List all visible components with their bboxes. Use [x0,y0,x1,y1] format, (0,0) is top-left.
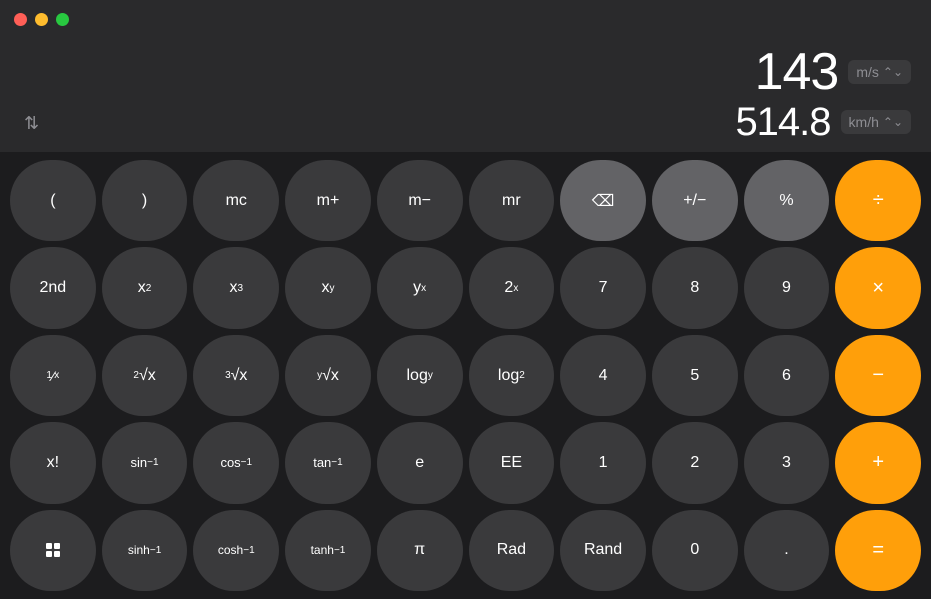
factorial-button[interactable]: x! [10,422,96,503]
sqrt-button[interactable]: 2√x [102,335,188,416]
button-row-4: x! sin−1 cos−1 tan−1 e EE 1 2 3 + [10,422,921,503]
minus-button[interactable]: − [835,335,921,416]
button-row-1: ( ) mc m+ m− mr ⌫ +/− % ÷ [10,160,921,241]
sort-icon[interactable]: ⇅ [20,109,55,136]
four-button[interactable]: 4 [560,335,646,416]
m-plus-button[interactable]: m+ [285,160,371,241]
display-value-2: 514.8 [735,102,830,142]
unit-selector-2[interactable]: km/h ⌃⌄ [841,110,911,134]
button-row-5: sinh−1 cosh−1 tanh−1 π Rad Rand 0 . = [10,510,921,591]
unit-selector-1[interactable]: m/s ⌃⌄ [848,60,911,84]
three-button[interactable]: 3 [744,422,830,503]
2nd-button[interactable]: 2nd [10,247,96,328]
arcsin-button[interactable]: sin−1 [102,422,188,503]
x-cubed-button[interactable]: x3 [193,247,279,328]
zero-button[interactable]: 0 [652,510,738,591]
titlebar [0,0,931,38]
divide-button[interactable]: ÷ [835,160,921,241]
unit-arrows-1: ⌃⌄ [883,65,903,79]
x-to-y-button[interactable]: xy [285,247,371,328]
arctan-button[interactable]: tan−1 [285,422,371,503]
arcsinh-button[interactable]: sinh−1 [102,510,188,591]
plus-minus-button[interactable]: +/− [652,160,738,241]
display-row-2: 514.8 km/h ⌃⌄ [735,102,911,142]
close-paren-button[interactable]: ) [102,160,188,241]
close-button[interactable] [14,13,27,26]
2-to-x-button[interactable]: 2x [469,247,555,328]
seven-button[interactable]: 7 [560,247,646,328]
cbrt-button[interactable]: 3√x [193,335,279,416]
unit-label-2: km/h [849,114,879,130]
eight-button[interactable]: 8 [652,247,738,328]
equals-button[interactable]: = [835,510,921,591]
arccos-button[interactable]: cos−1 [193,422,279,503]
ee-button[interactable]: EE [469,422,555,503]
m-minus-button[interactable]: m− [377,160,463,241]
one-button[interactable]: 1 [560,422,646,503]
one-over-x-button[interactable]: 1⁄x [10,335,96,416]
grid-button[interactable] [10,510,96,591]
plus-button[interactable]: + [835,422,921,503]
arctanh-button[interactable]: tanh−1 [285,510,371,591]
y-to-x-button[interactable]: yx [377,247,463,328]
multiply-button[interactable]: × [835,247,921,328]
arccosh-button[interactable]: cosh−1 [193,510,279,591]
button-row-3: 1⁄x 2√x 3√x y√x logy log2 4 5 6 − [10,335,921,416]
display-area: 143 m/s ⌃⌄ ⇅ 514.8 km/h ⌃⌄ [0,38,931,152]
display-row-1: 143 m/s ⌃⌄ [20,46,911,98]
two-button[interactable]: 2 [652,422,738,503]
maximize-button[interactable] [56,13,69,26]
y-root-x-button[interactable]: y√x [285,335,371,416]
backspace-button[interactable]: ⌫ [560,160,646,241]
percent-button[interactable]: % [744,160,830,241]
log-2-button[interactable]: log2 [469,335,555,416]
pi-button[interactable]: π [377,510,463,591]
rad-button[interactable]: Rad [469,510,555,591]
nine-button[interactable]: 9 [744,247,830,328]
unit-label-1: m/s [856,64,879,80]
euler-button[interactable]: e [377,422,463,503]
mr-button[interactable]: mr [469,160,555,241]
log-y-button[interactable]: logy [377,335,463,416]
six-button[interactable]: 6 [744,335,830,416]
x-squared-button[interactable]: x2 [102,247,188,328]
button-row-2: 2nd x2 x3 xy yx 2x 7 8 9 × [10,247,921,328]
decimal-button[interactable]: . [744,510,830,591]
open-paren-button[interactable]: ( [10,160,96,241]
rand-button[interactable]: Rand [560,510,646,591]
traffic-lights [14,13,69,26]
five-button[interactable]: 5 [652,335,738,416]
unit-arrows-2: ⌃⌄ [883,115,903,129]
buttons-area: ( ) mc m+ m− mr ⌫ +/− % ÷ 2nd x2 x3 xy y… [0,152,931,599]
display-value-1: 143 [755,46,839,98]
mc-button[interactable]: mc [193,160,279,241]
minimize-button[interactable] [35,13,48,26]
